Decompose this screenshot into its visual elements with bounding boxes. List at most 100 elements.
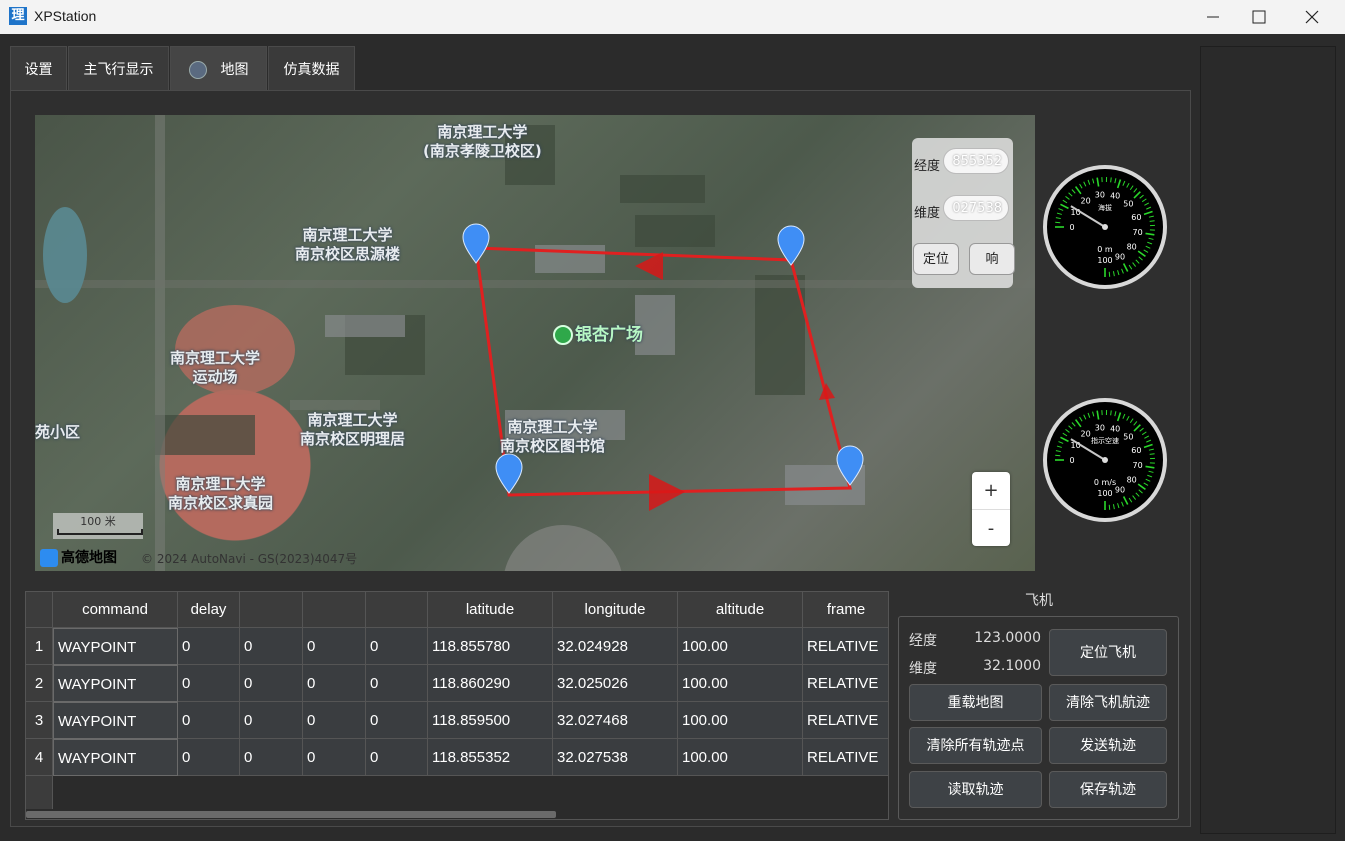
table-cell[interactable]: 0 xyxy=(178,739,240,776)
table-cell[interactable]: 118.855352 xyxy=(428,739,553,776)
gauge-tick xyxy=(1133,188,1138,193)
tab-simulation-data[interactable]: 仿真数据 xyxy=(268,46,355,90)
table-cell[interactable]: 0 xyxy=(303,665,366,702)
gauge-tick xyxy=(1126,415,1130,421)
row-header[interactable]: 4 xyxy=(26,739,53,776)
map-label: 南京理工大学 (南京孝陵卫校区) xyxy=(423,123,542,160)
waypoint-table[interactable]: command delay latitude longitude altitud… xyxy=(25,591,889,820)
table-cell[interactable]: 0 xyxy=(240,702,303,739)
table-cell[interactable]: 0 xyxy=(178,702,240,739)
overlay-lat-input[interactable]: 027538 xyxy=(943,195,1009,221)
table-cell[interactable]: 0 xyxy=(366,665,428,702)
column-header[interactable] xyxy=(366,592,428,628)
zoom-out-button[interactable]: - xyxy=(972,510,1010,547)
table-cell[interactable]: RELATIVE xyxy=(803,665,888,702)
read-track-button[interactable]: 读取轨迹 xyxy=(909,771,1042,808)
command-cell[interactable]: WAYPOINT xyxy=(53,739,178,776)
table-cell[interactable]: 0 xyxy=(240,739,303,776)
column-header[interactable]: latitude xyxy=(428,592,553,628)
save-track-button[interactable]: 保存轨迹 xyxy=(1049,771,1167,808)
minimize-button[interactable] xyxy=(1190,0,1236,34)
gauge-tick-label: 60 xyxy=(1131,213,1141,222)
gauge-tick xyxy=(1143,210,1153,216)
zoom-in-button[interactable]: + xyxy=(972,472,1010,510)
gauge-tick xyxy=(1062,199,1068,204)
gauge-tick xyxy=(1068,192,1073,197)
table-cell[interactable]: 0 xyxy=(240,665,303,702)
send-track-button[interactable]: 发送轨迹 xyxy=(1049,727,1167,764)
table-cell[interactable]: 0 xyxy=(366,739,428,776)
amap-logo-icon xyxy=(40,549,58,567)
waypoint-marker[interactable] xyxy=(495,453,523,494)
gauge-tick xyxy=(1149,453,1155,455)
row-header[interactable]: 1 xyxy=(26,628,53,665)
locate-aircraft-button[interactable]: 定位飞机 xyxy=(1049,629,1167,676)
command-cell[interactable]: WAYPOINT xyxy=(53,665,178,702)
reload-map-button[interactable]: 重载地图 xyxy=(909,684,1042,721)
table-cell[interactable]: 100.00 xyxy=(678,665,803,702)
gauge-tick xyxy=(1116,179,1122,189)
maximize-button[interactable] xyxy=(1236,0,1282,34)
row-header[interactable]: 3 xyxy=(26,702,53,739)
table-cell[interactable]: 118.859500 xyxy=(428,702,553,739)
table-cell[interactable]: 32.027538 xyxy=(553,739,678,776)
table-cell[interactable]: 0 xyxy=(303,739,366,776)
gauge-tick xyxy=(1148,215,1154,218)
tab-settings[interactable]: 设置 xyxy=(10,46,67,90)
tab-primary-flight-display[interactable]: 主飞行显示 xyxy=(68,46,169,90)
command-cell[interactable]: WAYPOINT xyxy=(53,628,178,665)
airspeed-gauge: 0 10 20 30 40 50 60 70 80 90 100 指示空速 0 m/s xyxy=(1043,398,1167,522)
column-header[interactable] xyxy=(303,592,366,628)
table-cell[interactable]: RELATIVE xyxy=(803,739,888,776)
scrollbar-thumb[interactable] xyxy=(26,811,556,818)
table-cell[interactable]: RELATIVE xyxy=(803,702,888,739)
table-cell[interactable]: 0 xyxy=(178,665,240,702)
gauge-hub xyxy=(1102,224,1108,230)
table-cell[interactable]: 0 xyxy=(303,628,366,665)
gauge-tick-label: 40 xyxy=(1110,192,1120,201)
tab-map-label: 地图 xyxy=(220,62,249,78)
table-cell[interactable]: RELATIVE xyxy=(803,628,888,665)
clear-all-points-button[interactable]: 清除所有轨迹点 xyxy=(909,727,1042,764)
column-header[interactable]: command xyxy=(53,592,178,628)
table-cell[interactable]: 0 xyxy=(240,628,303,665)
table-horizontal-scrollbar[interactable] xyxy=(26,809,888,819)
overlay-other-button[interactable]: 响 xyxy=(969,243,1015,275)
column-header[interactable] xyxy=(240,592,303,628)
gauge-tick xyxy=(1116,412,1122,422)
waypoint-marker[interactable] xyxy=(462,223,490,264)
gauge-tick xyxy=(1135,259,1140,264)
table-cell[interactable]: 0 xyxy=(366,702,428,739)
overlay-locate-button[interactable]: 定位 xyxy=(913,243,959,275)
table-cell[interactable]: 0 xyxy=(303,702,366,739)
table-cell[interactable]: 118.860290 xyxy=(428,665,553,702)
table-cell[interactable]: 118.855780 xyxy=(428,628,553,665)
row-header-empty xyxy=(26,776,53,812)
close-button[interactable] xyxy=(1289,0,1335,34)
table-cell[interactable]: 0 xyxy=(366,628,428,665)
gauge-tick xyxy=(1060,436,1069,443)
gauge-tick xyxy=(1087,412,1091,418)
table-cell[interactable]: 100.00 xyxy=(678,702,803,739)
table-cell[interactable]: 100.00 xyxy=(678,628,803,665)
column-header[interactable]: delay xyxy=(178,592,240,628)
aircraft-group: 经度 123.0000 维度 32.1000 定位飞机 重载地图 清除飞机航迹 … xyxy=(898,616,1179,820)
command-cell[interactable]: WAYPOINT xyxy=(53,702,178,739)
table-cell[interactable]: 100.00 xyxy=(678,739,803,776)
column-header[interactable]: frame xyxy=(803,592,888,628)
map-label: 南京理工大学 南京校区思源楼 xyxy=(295,226,401,263)
tab-map[interactable]: 地图 xyxy=(170,46,267,90)
table-cell[interactable]: 32.025026 xyxy=(553,665,678,702)
row-header[interactable]: 2 xyxy=(26,665,53,702)
amap-logo: 高德地图 xyxy=(40,547,117,567)
clear-aircraft-track-button[interactable]: 清除飞机航迹 xyxy=(1049,684,1167,721)
map-view[interactable]: 南京理工大学 (南京孝陵卫校区) 南京理工大学 南京校区思源楼 南京理工大学 运… xyxy=(35,115,1035,571)
gauge-tick xyxy=(1135,492,1140,497)
column-header[interactable]: longitude xyxy=(553,592,678,628)
table-cell[interactable]: 32.024928 xyxy=(553,628,678,665)
table-cell[interactable]: 32.027468 xyxy=(553,702,678,739)
table-cell[interactable]: 0 xyxy=(178,628,240,665)
overlay-lng-input[interactable]: 855352 xyxy=(943,148,1009,174)
overlay-lat-label: 维度 xyxy=(914,206,941,221)
column-header[interactable]: altitude xyxy=(678,592,803,628)
